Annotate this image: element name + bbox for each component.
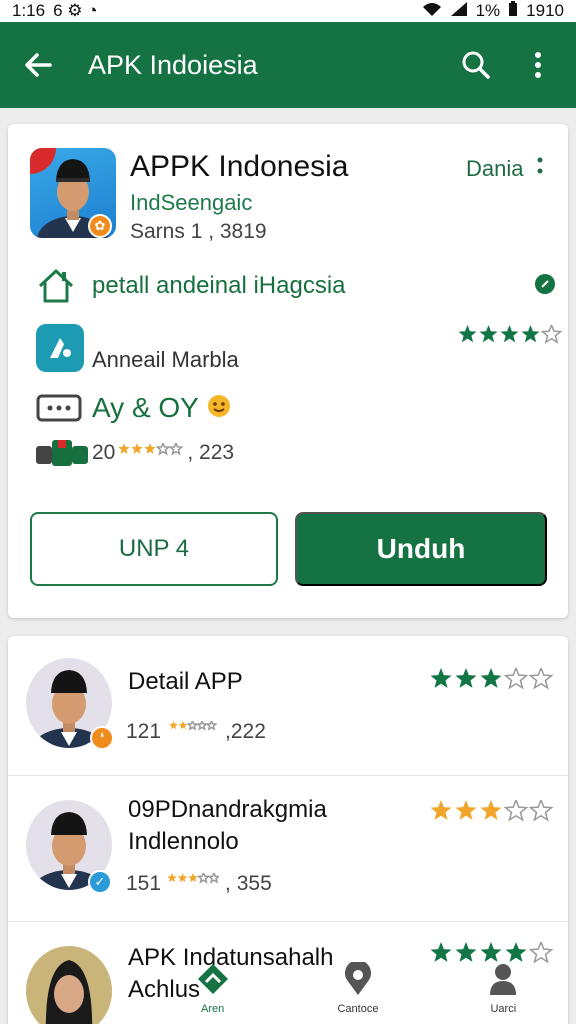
info-row-text: Anneail Marbla xyxy=(92,347,239,372)
wifi-icon xyxy=(422,1,442,22)
star-filled-icon xyxy=(455,668,477,688)
secondary-button[interactable]: UNP 4 xyxy=(30,512,278,586)
more-vert-icon[interactable] xyxy=(537,156,543,182)
app-tile-icon xyxy=(36,324,92,372)
nav-item-uarci[interactable]: Uarci xyxy=(458,962,548,1015)
status-bar: 1:16 6 ⚙ ◔ 1% 1910 xyxy=(0,0,576,22)
list-item-count-right: , 355 xyxy=(225,872,272,895)
info-dot-icon[interactable] xyxy=(534,273,556,300)
nav-label: Uarci xyxy=(490,1002,517,1015)
info-row: Ay & OY xyxy=(36,392,231,424)
rating-stars xyxy=(430,797,554,829)
list-item-subtitle: Indlennolo xyxy=(128,828,239,855)
app-detail-card: ✿ APPK Indonesia IndSeengaic Sarns 1 , 3… xyxy=(8,124,568,618)
list-item[interactable]: ❛ Detail APP 121 ,222 xyxy=(8,636,568,776)
info-row-text: petall andeinal iHagcsia xyxy=(92,272,346,299)
star-filled-icon xyxy=(458,325,477,343)
rating-count-left: 20 xyxy=(92,441,116,464)
star-filled-icon xyxy=(177,873,188,882)
star-empty-icon xyxy=(196,873,211,884)
star-filled-icon xyxy=(479,325,498,343)
status-time: 1:16 xyxy=(12,1,46,20)
info-row-text: Ay & OY xyxy=(92,392,199,423)
status-clock-right: 1910 xyxy=(526,1,564,20)
star-filled-icon xyxy=(144,443,157,454)
nav-item-cantoce[interactable]: Cantoce xyxy=(313,959,403,1015)
status-left-icons: 6 ⚙ ◔ xyxy=(53,1,98,20)
star-empty-icon xyxy=(168,443,185,456)
nav-label: Cantoce xyxy=(337,1002,379,1015)
star-empty-icon xyxy=(186,721,199,731)
battery-icon xyxy=(508,0,518,22)
emoji-icon xyxy=(207,394,231,423)
info-row: Anneail Marbla xyxy=(36,320,562,376)
search-icon[interactable] xyxy=(456,45,496,85)
rating-stars xyxy=(430,665,554,697)
star-filled-icon xyxy=(167,873,177,882)
app-icon: ✿ xyxy=(30,148,116,238)
diamond-icon xyxy=(196,962,230,999)
verified-icon: ✓ xyxy=(88,870,112,894)
avatar xyxy=(26,946,112,1024)
more-vert-icon[interactable] xyxy=(518,45,558,85)
info-row: 20 , 223 xyxy=(36,438,234,468)
badge-icon: ❛ xyxy=(90,726,114,750)
star-empty-icon xyxy=(205,721,218,731)
list-item-title: Detail APP xyxy=(128,668,243,695)
star-empty-icon xyxy=(540,325,562,344)
rating-count-right: , 223 xyxy=(187,441,235,464)
star-empty-icon xyxy=(155,443,172,456)
star-filled-icon xyxy=(455,800,477,820)
nav-label: Aren xyxy=(201,1002,225,1015)
star-filled-icon xyxy=(480,800,502,820)
info-row: petall andeinal iHagcsia xyxy=(36,268,556,304)
nav-item-aren[interactable]: Aren xyxy=(168,962,258,1015)
star-empty-icon xyxy=(207,873,220,884)
rating-stars xyxy=(458,325,562,347)
page-title: APK Indoiesia xyxy=(88,49,258,80)
app-subtitle[interactable]: IndSeengaic xyxy=(130,190,252,216)
star-empty-icon xyxy=(503,665,529,690)
star-empty-icon xyxy=(528,665,554,690)
app-bar: APK Indoiesia xyxy=(0,22,576,108)
list-item-count-left: 151 xyxy=(126,872,162,895)
download-button[interactable]: Unduh xyxy=(295,512,547,586)
star-empty-icon xyxy=(528,797,554,822)
app-badge-icon: ✿ xyxy=(88,214,112,238)
star-empty-icon xyxy=(195,721,209,731)
star-empty-icon xyxy=(503,797,529,822)
developer-label[interactable]: Dania xyxy=(466,156,523,182)
rating-stars xyxy=(169,721,218,743)
star-filled-icon xyxy=(169,721,178,730)
rating-stars xyxy=(167,873,220,895)
star-filled-icon xyxy=(480,668,502,688)
list-item-count-left: 121 xyxy=(126,720,162,743)
signal-icon xyxy=(450,1,468,22)
rating-stars xyxy=(118,443,185,463)
home-icon xyxy=(36,268,92,304)
keyboard-icon xyxy=(36,393,92,423)
star-filled-icon xyxy=(430,800,452,820)
location-icon xyxy=(343,959,373,999)
app-meta: Sarns 1 , 3819 xyxy=(130,220,267,243)
star-filled-icon xyxy=(500,325,519,343)
bottom-nav: Aren Cantoce Uarci xyxy=(140,952,576,1024)
star-filled-icon xyxy=(430,668,452,688)
battery-text: 1% xyxy=(475,1,501,20)
star-filled-icon xyxy=(131,443,144,454)
app-title: APPK Indonesia xyxy=(130,150,349,183)
star-filled-icon xyxy=(188,873,198,882)
star-filled-icon xyxy=(178,721,188,730)
star-filled-icon xyxy=(118,443,131,454)
list-item-title: 09PDnandrakgmia xyxy=(128,796,327,823)
arrow-left-icon[interactable] xyxy=(18,45,58,85)
list-item[interactable]: ✓ 09PDnandrakgmia Indlennolo 151 , 355 xyxy=(8,776,568,922)
cards-icon xyxy=(36,438,92,468)
star-filled-icon xyxy=(521,325,540,343)
list-item-count-right: ,222 xyxy=(225,720,266,743)
person-icon xyxy=(488,962,518,999)
